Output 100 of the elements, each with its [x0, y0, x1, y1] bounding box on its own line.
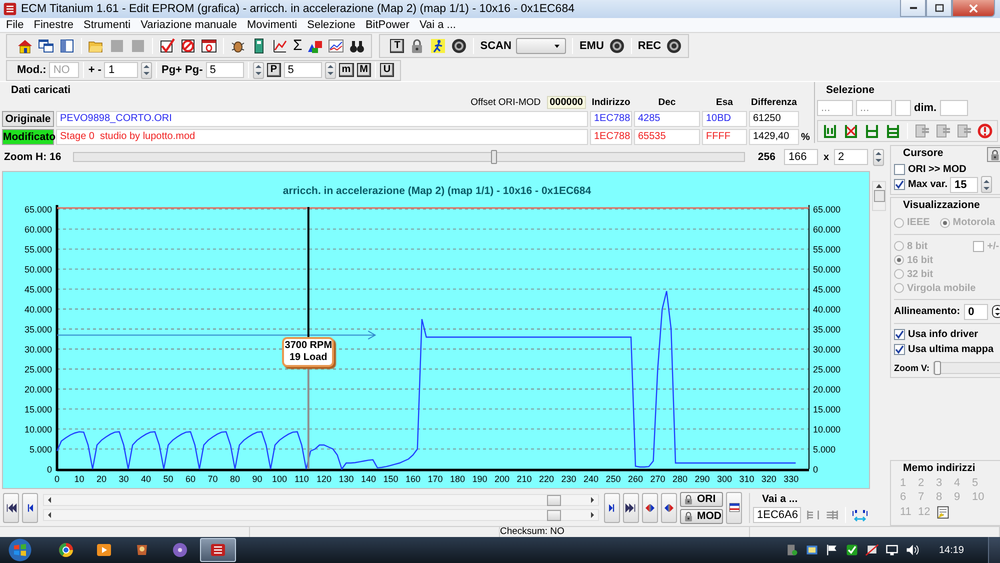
selection-icon[interactable] — [885, 123, 901, 139]
checkbox-label: Max var. — [908, 179, 948, 190]
minimize-button[interactable] — [900, 0, 926, 17]
x-tick-label: 330 — [784, 474, 799, 484]
flag-button[interactable] — [726, 492, 742, 524]
flag-icon[interactable] — [824, 543, 839, 557]
menu-item[interactable]: Vai a ... — [414, 19, 461, 31]
mod-button[interactable]: MOD — [680, 508, 723, 524]
prohibited-icon[interactable] — [180, 38, 196, 54]
y-tick-label: 55.000 — [813, 244, 841, 255]
scroll-thumb[interactable] — [547, 494, 561, 506]
maximize-button[interactable] — [926, 0, 952, 17]
sum-button[interactable]: Σ — [293, 38, 302, 54]
up-arrow-icon[interactable] — [876, 184, 882, 188]
previous-button[interactable] — [22, 492, 38, 522]
scrollbar[interactable] — [43, 509, 599, 521]
right-arrow-icon[interactable] — [591, 512, 594, 518]
address-field[interactable]: 1EC6A6 — [753, 506, 801, 522]
window-icon[interactable] — [201, 38, 217, 54]
next-button[interactable] — [604, 492, 620, 522]
home-icon[interactable] — [17, 38, 33, 54]
left-arrow-icon[interactable] — [48, 512, 51, 518]
scrollbar[interactable] — [43, 494, 599, 506]
x-tick-label: 260 — [628, 474, 643, 484]
input-field[interactable] — [940, 100, 968, 116]
record-icon[interactable] — [666, 38, 682, 54]
first-button[interactable] — [3, 492, 19, 522]
times-label: x — [823, 152, 829, 162]
volume-icon[interactable] — [904, 543, 919, 557]
selection-icon[interactable] — [864, 123, 880, 139]
record-icon[interactable] — [608, 38, 625, 54]
clear-selection-icon[interactable] — [843, 123, 859, 139]
scrollbar[interactable] — [872, 181, 886, 211]
letter-button[interactable]: U — [380, 63, 394, 77]
ori-button[interactable]: ORI — [680, 492, 723, 506]
p-button[interactable]: P — [266, 63, 281, 77]
slider-track[interactable] — [73, 152, 745, 162]
menu-item[interactable]: Movimenti — [242, 19, 302, 31]
menu-item[interactable]: BitPower — [360, 19, 414, 31]
menu-item[interactable]: Finestre — [28, 19, 78, 31]
network-icon[interactable] — [884, 543, 899, 557]
menu-item[interactable]: File — [1, 19, 29, 31]
spin-button[interactable] — [324, 62, 336, 78]
compare-button[interactable] — [642, 492, 658, 522]
y-tick-label: 0 — [813, 464, 818, 474]
x-tick-label: 320 — [761, 474, 776, 484]
slider-thumb[interactable] — [491, 150, 498, 164]
t-button[interactable]: T — [390, 39, 404, 53]
file-name-field: PEVO9898_CORTO.ORI — [56, 111, 588, 127]
input-field[interactable] — [895, 100, 911, 116]
runner-icon[interactable] — [430, 38, 446, 54]
p-field[interactable]: 5 — [284, 62, 322, 78]
compare-button[interactable] — [661, 492, 677, 522]
clock[interactable]: 14:19 — [938, 544, 964, 556]
graph-icon[interactable] — [328, 38, 344, 54]
notepad-icon[interactable] — [936, 505, 950, 519]
checkmark-icon[interactable] — [159, 38, 175, 54]
spin-button[interactable] — [873, 148, 884, 166]
page-field[interactable]: 5 — [206, 62, 244, 78]
menu-item[interactable]: Strumenti — [78, 19, 136, 31]
start-icon[interactable] — [8, 538, 32, 562]
letter-button[interactable]: M — [356, 63, 371, 77]
phone-icon[interactable] — [784, 543, 799, 557]
file-button[interactable]: Originale — [2, 111, 54, 127]
check-icon[interactable] — [844, 543, 859, 557]
offset-field[interactable]: 000000 — [546, 96, 586, 109]
columns-icon[interactable] — [825, 508, 839, 522]
last-button[interactable] — [623, 492, 639, 522]
right-arrow-icon[interactable] — [591, 497, 594, 503]
zoom-field[interactable]: 166 — [784, 149, 818, 165]
selection-icon[interactable] — [822, 123, 838, 139]
factor-field[interactable]: 2 — [834, 149, 868, 165]
taskbar-button[interactable] — [200, 538, 236, 562]
max-var-field[interactable]: 15 — [950, 176, 978, 192]
panel-icon[interactable] — [59, 38, 75, 54]
spin-button[interactable] — [252, 62, 264, 78]
spin-button[interactable] — [141, 62, 152, 78]
record-icon[interactable] — [451, 38, 468, 54]
spin-button[interactable] — [981, 176, 992, 193]
show-desktop-button[interactable] — [988, 537, 1000, 563]
spin-button[interactable] — [992, 303, 1000, 320]
menu-item[interactable]: Variazione manuale — [136, 19, 242, 31]
close-button[interactable] — [952, 0, 995, 17]
binoculars-icon[interactable] — [349, 38, 366, 54]
alert-icon[interactable] — [977, 123, 993, 139]
left-arrow-icon[interactable] — [48, 497, 51, 503]
lock-button[interactable] — [987, 147, 1000, 162]
letter-button[interactable]: m — [338, 63, 354, 77]
columns-icon[interactable] — [806, 508, 820, 522]
checkbox[interactable] — [894, 179, 905, 190]
device-icon[interactable] — [864, 543, 879, 557]
monitor-icon[interactable] — [804, 543, 819, 557]
menu-item[interactable]: Selezione — [302, 19, 360, 31]
scroll-thumb[interactable] — [547, 510, 561, 520]
checkbox[interactable] — [894, 164, 905, 175]
chart-icon[interactable] — [272, 38, 288, 54]
step-field[interactable]: 1 — [104, 62, 138, 78]
windows-icon[interactable] — [38, 38, 54, 54]
shapes-icon[interactable] — [307, 38, 324, 54]
slider-track[interactable] — [932, 362, 1000, 374]
